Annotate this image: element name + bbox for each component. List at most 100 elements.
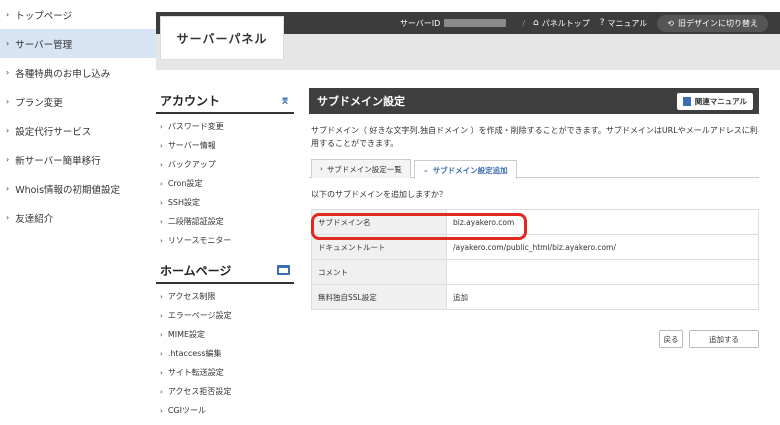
manual-label: マニュアル [607,18,648,28]
nav-item-label: 各種特典のお申し込み [15,68,111,80]
menu-item-error-page[interactable]: › エラーページ設定 [160,306,294,325]
nav-item-label: トップページ [15,10,73,22]
menu-item-cron[interactable]: › Cron設定 [160,174,294,193]
row-label: 無料独自SSL設定 [311,284,447,310]
nav-item-label: プラン変更 [15,97,63,109]
homepage-section-header: ホームページ [156,258,294,284]
nav-item-setup-service[interactable]: › 設定代行サービス [0,116,156,145]
homepage-menu: › アクセス制限 › エラーページ設定 › MIME設定 › .htaccess編集 ›… [156,284,294,424]
confirm-message: 以下のサブドメインを追加しますか？ [311,190,447,199]
nav-item-label: Whois情報の初期値設定 [15,184,121,196]
nav-item-referral[interactable]: › 友達紹介 [0,203,156,232]
menu-item-resource-monitor[interactable]: › リソースモニター [160,231,294,250]
menu-item-mime[interactable]: › MIME設定 [160,325,294,344]
chevron-down-icon: ⌄ [422,166,429,174]
chevron-right-icon: › [6,184,10,193]
nav-item-label: 設定代行サービス [15,126,92,138]
tab-label: サブドメイン設定追加 [432,165,508,175]
nav-item-server-management[interactable]: › サーバー管理 [0,29,156,58]
nav-item-label: サーバー管理 [15,39,73,51]
tab-bar: › サブドメイン設定一覧 ⌄ サブドメイン設定追加 [309,159,759,179]
separator: / [522,18,526,28]
main-header: サブドメイン設定 関連マニュアル [309,88,759,114]
old-design-button[interactable]: ⟲ 旧デザインに切り替え [657,14,768,32]
nav-item-benefits[interactable]: › 各種特典のお申し込み [0,58,156,87]
panel-top-label: パネルトップ [541,18,590,28]
manual-link[interactable]: ? マニュアル [600,18,648,29]
chevron-right-icon: › [160,179,163,188]
menu-item-site-redirect[interactable]: › サイト転送設定 [160,363,294,382]
menu-item-label: アクセス制限 [167,292,216,301]
page-description: サブドメイン（ 好きな文字列.独自ドメイン ）を作成・削除することができます。サ… [311,126,758,148]
table-row: コメント [311,259,759,285]
account-title: アカウント [160,93,221,108]
menu-item-cgi-tools[interactable]: › CGIツール [160,401,294,420]
account-section-header: アカウント ⌆ [156,88,294,114]
site-nav: › トップページ › サーバー管理 › 各種特典のお申し込み › プラン変更 › 設定代行… [0,0,156,425]
chevron-right-icon: › [160,217,163,226]
panel-menu: アカウント ⌆ › パスワード変更 › サーバー情報 › バックアップ › Cron設定… [156,88,294,424]
menu-item-server-info[interactable]: › サーバー情報 [160,136,294,155]
menu-item-2fa[interactable]: › 二段階認証設定 [160,212,294,231]
server-id: サーバーID [399,18,507,29]
ssl-value: 追加 [446,284,759,310]
help-icon: ? [599,18,605,28]
chevron-right-icon: › [160,311,163,320]
back-button[interactable]: 戻る [659,330,683,348]
menu-item-label: MIME設定 [167,330,206,339]
server-id-label: サーバーID [399,18,441,28]
panel-top-link[interactable]: ⌂ パネルトップ [533,18,590,29]
related-manual-button[interactable]: 関連マニュアル [676,92,753,110]
confirm-table: サブドメイン名 biz.ayakero.com ドキュメントルート /ayake… [311,209,759,310]
server-panel: サーバーID / ⌂ パネルトップ ? マニュアル ⟲ 旧デザインに切り替え サーバー… [156,0,780,425]
menu-item-access-deny[interactable]: › アクセス拒否設定 [160,382,294,401]
chevron-right-icon: › [160,122,163,131]
chevron-right-icon: › [160,292,163,301]
menu-item-label: リソースモニター [167,236,232,245]
logo-text: サーバーパネル [176,31,268,46]
old-design-label: 旧デザインに切り替え [678,18,758,28]
table-row: 無料独自SSL設定 追加 [311,284,759,310]
chevron-right-icon: › [6,10,10,19]
nav-item-top[interactable]: › トップページ [0,0,156,29]
home-icon: ⌂ [533,18,539,28]
chevron-right-icon: › [160,349,163,358]
main-content: サブドメイン設定 関連マニュアル サブドメイン（ 好きな文字列.独自ドメイン ）… [309,88,759,348]
chevron-right-icon: › [160,141,163,150]
menu-item-backup[interactable]: › バックアップ [160,155,294,174]
menu-item-label: バックアップ [167,160,216,169]
add-button[interactable]: 追加する [689,330,759,348]
server-panel-logo[interactable]: サーバーパネル [160,16,284,60]
user-icon: ⌆ [279,93,290,107]
related-manual-label: 関連マニュアル [694,96,747,106]
row-label: ドキュメントルート [311,234,447,260]
browser-window-icon [277,265,290,275]
menu-item-access-restriction[interactable]: › アクセス制限 [160,287,294,306]
menu-item-htaccess[interactable]: › .htaccess編集 [160,344,294,363]
menu-item-label: サーバー情報 [167,141,216,150]
table-row: ドキュメントルート /ayakero.com/public_html/biz.a… [311,234,759,260]
nav-item-label: 友達紹介 [15,213,54,225]
tab-label: サブドメイン設定一覧 [326,164,402,174]
nav-item-plan-change[interactable]: › プラン変更 [0,87,156,116]
chevron-right-icon: › [160,368,163,377]
tab-subdomain-list[interactable]: › サブドメイン設定一覧 [311,159,411,178]
subdomain-name-value: biz.ayakero.com [446,209,759,235]
menu-item-label: CGIツール [167,406,206,415]
chevron-right-icon: › [6,68,10,77]
table-row: サブドメイン名 biz.ayakero.com [311,209,759,235]
chevron-right-icon: › [160,406,163,415]
nav-item-whois[interactable]: › Whois情報の初期値設定 [0,174,156,203]
chevron-right-icon: › [6,126,10,135]
menu-item-password[interactable]: › パスワード変更 [160,117,294,136]
nav-item-migration[interactable]: › 新サーバー簡単移行 [0,145,156,174]
chevron-right-icon: › [160,236,163,245]
menu-item-label: アクセス拒否設定 [167,387,232,396]
menu-item-label: パスワード変更 [167,122,224,131]
row-label: コメント [311,259,447,285]
chevron-right-icon: › [160,387,163,396]
tab-subdomain-add[interactable]: ⌄ サブドメイン設定追加 [413,160,517,179]
chevron-right-icon: › [6,97,10,106]
menu-item-ssh[interactable]: › SSH設定 [160,193,294,212]
chevron-right-icon: › [160,198,163,207]
